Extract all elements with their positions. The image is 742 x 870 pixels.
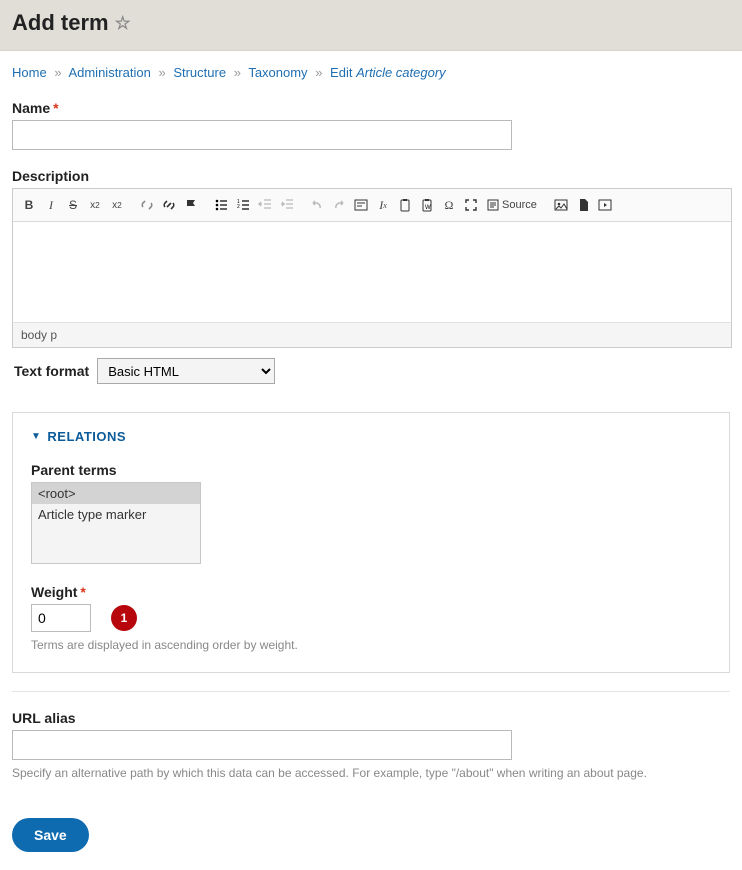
required-icon: * bbox=[80, 584, 85, 600]
required-icon: * bbox=[53, 100, 58, 116]
breadcrumb-separator: » bbox=[158, 65, 165, 80]
strikethrough-icon[interactable]: S bbox=[63, 195, 83, 215]
weight-label: Weight* bbox=[31, 584, 711, 600]
breadcrumb-taxonomy[interactable]: Taxonomy bbox=[248, 65, 307, 80]
source-button[interactable]: Source bbox=[483, 195, 541, 215]
weight-label-text: Weight bbox=[31, 584, 77, 600]
weight-hint: Terms are displayed in ascending order b… bbox=[31, 638, 711, 652]
image-icon[interactable] bbox=[551, 195, 571, 215]
breadcrumb-edit-em: Article category bbox=[356, 65, 446, 80]
relations-toggle[interactable]: ▼ RELATIONS bbox=[31, 429, 711, 444]
page-header: Add term ☆ bbox=[0, 0, 742, 51]
breadcrumb-home[interactable]: Home bbox=[12, 65, 47, 80]
breadcrumb-edit-prefix: Edit bbox=[330, 65, 356, 80]
video-icon[interactable] bbox=[595, 195, 615, 215]
editor-toolbar: B I S x2 x2 12 Ix W bbox=[13, 189, 731, 222]
italic-icon[interactable]: I bbox=[41, 195, 61, 215]
relations-title-text: RELATIONS bbox=[47, 429, 126, 444]
parent-option-article-type[interactable]: Article type marker bbox=[32, 504, 200, 525]
toolbar-separator bbox=[543, 195, 549, 215]
bold-icon[interactable]: B bbox=[19, 195, 39, 215]
numbered-list-icon[interactable]: 12 bbox=[233, 195, 253, 215]
redo-icon[interactable] bbox=[329, 195, 349, 215]
toolbar-separator bbox=[203, 195, 209, 215]
svg-text:1: 1 bbox=[237, 199, 240, 205]
toolbar-separator bbox=[299, 195, 305, 215]
source-button-label: Source bbox=[502, 199, 537, 211]
name-field-block: Name* bbox=[12, 100, 730, 150]
name-label-text: Name bbox=[12, 100, 50, 116]
breadcrumb-separator: » bbox=[234, 65, 241, 80]
maximize-icon[interactable] bbox=[461, 195, 481, 215]
outdent-icon[interactable] bbox=[255, 195, 275, 215]
indent-icon[interactable] bbox=[277, 195, 297, 215]
paste-text-icon[interactable] bbox=[395, 195, 415, 215]
page-title: Add term ☆ bbox=[12, 10, 730, 36]
bullet-list-icon[interactable] bbox=[211, 195, 231, 215]
paste-word-icon[interactable]: W bbox=[417, 195, 437, 215]
text-format-row: Text format Basic HTML bbox=[12, 348, 730, 394]
name-label: Name* bbox=[12, 100, 730, 116]
page-title-text: Add term bbox=[12, 10, 109, 36]
editor-content-area[interactable] bbox=[13, 222, 731, 322]
blockquote-icon[interactable] bbox=[351, 195, 371, 215]
link-icon[interactable] bbox=[159, 195, 179, 215]
svg-text:W: W bbox=[425, 205, 431, 211]
special-char-icon[interactable]: Ω bbox=[439, 195, 459, 215]
breadcrumb: Home » Administration » Structure » Taxo… bbox=[12, 65, 730, 80]
url-alias-block: URL alias Specify an alternative path by… bbox=[12, 691, 730, 780]
description-label: Description bbox=[12, 168, 730, 184]
weight-block: Weight* 1 Terms are displayed in ascendi… bbox=[31, 584, 711, 652]
rich-text-editor: B I S x2 x2 12 Ix W bbox=[12, 188, 732, 348]
breadcrumb-separator: » bbox=[54, 65, 61, 80]
file-icon[interactable] bbox=[573, 195, 593, 215]
name-input[interactable] bbox=[12, 120, 512, 150]
caret-down-icon: ▼ bbox=[31, 431, 41, 442]
breadcrumb-edit[interactable]: Edit Article category bbox=[330, 65, 446, 80]
parent-terms-label: Parent terms bbox=[31, 462, 711, 478]
url-alias-hint: Specify an alternative path by which thi… bbox=[12, 766, 730, 780]
url-alias-input[interactable] bbox=[12, 730, 512, 760]
editor-status-bar: body p bbox=[13, 322, 731, 347]
description-field-block: Description B I S x2 x2 12 bbox=[12, 168, 730, 394]
breadcrumb-structure[interactable]: Structure bbox=[173, 65, 226, 80]
flag-icon[interactable] bbox=[181, 195, 201, 215]
relations-box: ▼ RELATIONS Parent terms <root> Article … bbox=[12, 412, 730, 673]
parent-terms-select[interactable]: <root> Article type marker bbox=[31, 482, 201, 564]
undo-icon[interactable] bbox=[307, 195, 327, 215]
weight-input[interactable] bbox=[31, 604, 91, 632]
svg-text:2: 2 bbox=[237, 204, 240, 210]
breadcrumb-admin[interactable]: Administration bbox=[68, 65, 150, 80]
remove-link-icon[interactable] bbox=[137, 195, 157, 215]
favorite-star-icon[interactable]: ☆ bbox=[115, 13, 131, 34]
toolbar-separator bbox=[129, 195, 135, 215]
breadcrumb-separator: » bbox=[315, 65, 322, 80]
text-format-select[interactable]: Basic HTML bbox=[97, 358, 275, 384]
text-format-label: Text format bbox=[14, 363, 89, 379]
parent-option-root[interactable]: <root> bbox=[32, 483, 200, 504]
url-alias-label: URL alias bbox=[12, 710, 730, 726]
annotation-badge: 1 bbox=[111, 605, 137, 631]
save-button[interactable]: Save bbox=[12, 818, 89, 852]
superscript-icon[interactable]: x2 bbox=[85, 195, 105, 215]
clear-format-icon[interactable]: Ix bbox=[373, 195, 393, 215]
subscript-icon[interactable]: x2 bbox=[107, 195, 127, 215]
